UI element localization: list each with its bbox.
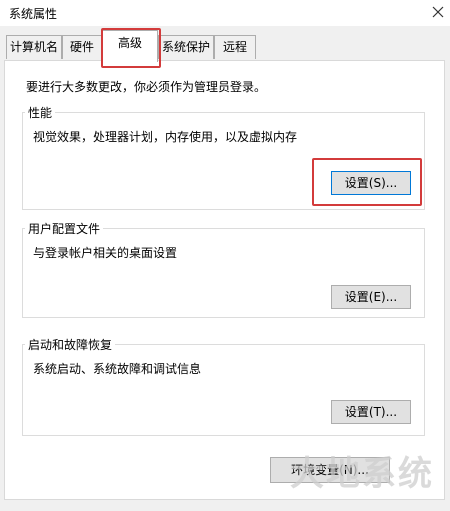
startup-recovery-description: 系统启动、系统故障和调试信息 xyxy=(33,362,202,376)
performance-label: 性能 xyxy=(25,104,56,121)
tab-computer-name[interactable]: 计算机名 xyxy=(6,35,62,59)
startup-recovery-settings-button[interactable]: 设置(T)... xyxy=(331,400,411,424)
tab-hardware[interactable]: 硬件 xyxy=(62,35,102,59)
advanced-tab-highlight xyxy=(101,28,161,68)
admin-notice: 要进行大多数更改，你必须作为管理员登录。 xyxy=(26,80,267,94)
user-profiles-label: 用户配置文件 xyxy=(25,220,104,237)
window-title: 系统属性 xyxy=(9,7,58,21)
performance-description: 视觉效果，处理器计划，内存使用，以及虚拟内存 xyxy=(33,130,298,144)
close-icon[interactable] xyxy=(428,2,448,22)
startup-recovery-label: 启动和故障恢复 xyxy=(25,336,116,353)
tab-remote[interactable]: 远程 xyxy=(214,35,256,59)
user-profiles-settings-button[interactable]: 设置(E)... xyxy=(331,285,411,309)
watermark: 大地系统 xyxy=(290,454,434,494)
performance-button-highlight xyxy=(312,158,422,206)
user-profiles-description: 与登录帐户相关的桌面设置 xyxy=(33,246,178,260)
tab-system-protection[interactable]: 系统保护 xyxy=(158,35,214,59)
title-bar: 系统属性 xyxy=(0,0,450,26)
